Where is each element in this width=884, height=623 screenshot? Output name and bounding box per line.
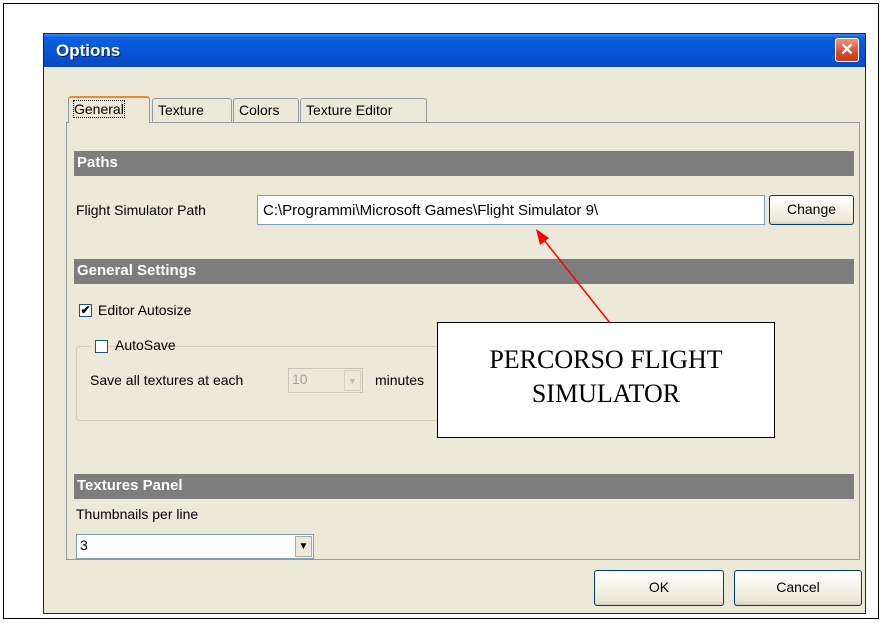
paths-section-header: Paths xyxy=(74,151,854,176)
save-interval-select: 10 ▼ xyxy=(288,368,363,393)
callout-line-1: PERCORSO FLIGHT xyxy=(489,345,723,374)
chevron-down-icon[interactable]: ▼ xyxy=(295,536,312,557)
title-bar[interactable]: Options ✕ xyxy=(44,34,865,67)
ok-button[interactable]: OK xyxy=(594,570,724,606)
thumbnails-value: 3 xyxy=(80,537,88,553)
autosave-groupbox: AutoSave Save all textures at each 10 ▼ … xyxy=(76,337,496,421)
window-title: Options xyxy=(56,41,121,60)
close-icon[interactable]: ✕ xyxy=(835,38,859,62)
autosave-legend: AutoSave xyxy=(91,337,176,357)
tab-colors-label: Colors xyxy=(239,102,280,118)
tab-texture[interactable]: Texture xyxy=(152,98,232,122)
save-textures-label: Save all textures at each xyxy=(90,372,244,388)
autosave-label: AutoSave xyxy=(115,337,176,353)
editor-autosize-label: Editor Autosize xyxy=(98,302,192,318)
minutes-label: minutes xyxy=(375,372,425,388)
change-path-button[interactable]: Change xyxy=(769,195,854,225)
chevron-down-icon: ▼ xyxy=(344,370,361,391)
save-interval-value: 10 xyxy=(292,371,308,387)
fs-path-input[interactable]: C:\Programmi\Microsoft Games\Flight Simu… xyxy=(257,195,765,225)
thumbnails-select[interactable]: 3 ▼ xyxy=(76,534,314,559)
tab-texture-editor-label: Texture Editor xyxy=(306,102,393,118)
textures-panel-section-header: Textures Panel xyxy=(74,474,854,499)
general-settings-section-header: General Settings xyxy=(74,259,854,284)
tab-general[interactable]: General xyxy=(68,96,150,123)
autosave-checkbox[interactable] xyxy=(95,340,108,353)
thumbnails-label: Thumbnails per line xyxy=(76,506,199,522)
tab-texture-label: Texture xyxy=(158,102,204,118)
cancel-button[interactable]: Cancel xyxy=(734,570,862,606)
fs-path-label: Flight Simulator Path xyxy=(76,202,206,218)
tab-general-label: General xyxy=(73,100,125,118)
callout-line-2: SIMULATOR xyxy=(531,379,681,408)
annotation-callout: PERCORSO FLIGHT SIMULATOR xyxy=(437,322,775,438)
tab-colors[interactable]: Colors xyxy=(233,98,299,122)
editor-autosize-checkbox[interactable]: ✔ xyxy=(79,304,92,317)
tab-texture-editor[interactable]: Texture Editor xyxy=(300,98,427,122)
